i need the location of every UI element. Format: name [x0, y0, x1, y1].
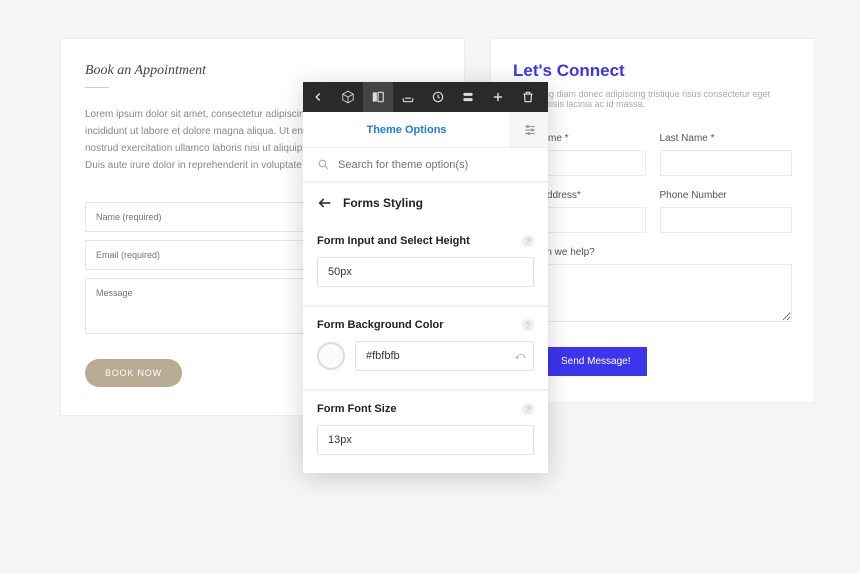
- theme-search-input[interactable]: [338, 159, 534, 171]
- logo-icon[interactable]: [333, 82, 363, 112]
- help-icon[interactable]: ?: [522, 319, 534, 331]
- save-icon[interactable]: [393, 82, 423, 112]
- theme-search: [303, 148, 548, 183]
- appointment-title: Book an Appointment: [85, 63, 440, 79]
- section-title: Forms Styling: [343, 196, 423, 210]
- help-icon[interactable]: ?: [522, 403, 534, 415]
- trash-icon[interactable]: [513, 82, 543, 112]
- history-icon[interactable]: [423, 82, 453, 112]
- option-font-size: Form Font Size ?: [303, 391, 548, 473]
- last-name-field[interactable]: [660, 150, 793, 176]
- book-now-button[interactable]: BOOK NOW: [85, 359, 182, 387]
- last-name-label: Last Name *: [660, 133, 793, 144]
- color-swatch[interactable]: [317, 342, 345, 370]
- theme-options-panel: Theme Options Forms Styling Form Input a…: [303, 82, 548, 473]
- phone-field[interactable]: [660, 207, 793, 233]
- help-icon[interactable]: ?: [522, 235, 534, 247]
- help-label: How can we help?: [513, 247, 792, 258]
- option-background-color: Form Background Color ? ⤺: [303, 307, 548, 391]
- search-icon: [317, 158, 330, 171]
- option-input-height: Form Input and Select Height ?: [303, 223, 548, 307]
- help-field[interactable]: [513, 264, 792, 322]
- bg-color-field[interactable]: [355, 341, 534, 371]
- phone-label: Phone Number: [660, 190, 793, 201]
- filter-icon[interactable]: [510, 112, 548, 147]
- panel-tabs: Theme Options: [303, 112, 548, 148]
- connect-title: Let's Connect: [513, 61, 792, 81]
- back-arrow-icon[interactable]: [317, 195, 333, 211]
- toggles-icon[interactable]: [453, 82, 483, 112]
- send-message-button[interactable]: Send Message!: [545, 347, 647, 376]
- font-size-label: Form Font Size: [317, 403, 396, 415]
- section-header: Forms Styling: [303, 183, 548, 223]
- input-height-label: Form Input and Select Height: [317, 235, 470, 247]
- panel-toggle-icon[interactable]: [363, 82, 393, 112]
- add-icon[interactable]: [483, 82, 513, 112]
- back-chevron-icon[interactable]: [303, 82, 333, 112]
- tab-theme-options[interactable]: Theme Options: [303, 112, 510, 147]
- font-size-field[interactable]: [317, 425, 534, 455]
- bg-color-label: Form Background Color: [317, 319, 444, 331]
- connect-description: Adipiscing diam donec adipiscing tristiq…: [513, 89, 792, 109]
- title-underline: [85, 87, 109, 88]
- reset-icon[interactable]: ⤺: [512, 348, 528, 364]
- input-height-field[interactable]: [317, 257, 534, 287]
- panel-toolbar: [303, 82, 548, 112]
